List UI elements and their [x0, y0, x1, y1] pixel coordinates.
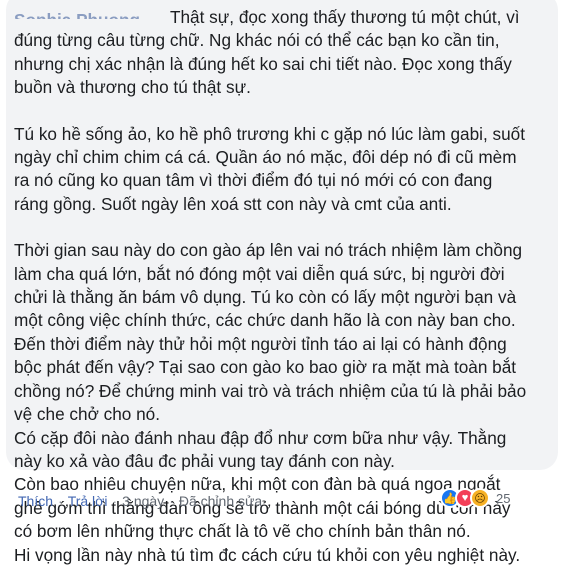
separator: · [169, 493, 174, 509]
comment-paragraph-1: Sophia Phuong LeThật sự, đọc xong thấy t… [14, 6, 544, 100]
comment-paragraph-2: Tú ko hề sống ảo, ko hề phô trương khi c… [14, 123, 526, 214]
timestamp[interactable]: 3 ngày [122, 493, 164, 509]
reaction-count: 25 [496, 490, 511, 506]
comment-paragraph-3: Thời gian sau này do con gào áp lên vai … [14, 240, 527, 565]
comment-body: Sophia Phuong LeThật sự, đọc xong thấy t… [14, 6, 544, 567]
reply-link[interactable]: Trả lời [68, 493, 108, 509]
edited-label[interactable]: Đã chỉnh sửa [179, 493, 262, 509]
reaction-summary[interactable]: 👍 ♥ ☹ 25 [440, 487, 510, 509]
comment-author[interactable]: Sophia Phuong Le [14, 9, 164, 19]
separator: · [112, 493, 118, 509]
comment-actions: Thích · Trả lời · 3 ngày · Đã chỉnh sửa [18, 493, 262, 509]
comment-paragraph-1-text: Thật sự, đọc xong thấy thương tú một chú… [14, 7, 520, 98]
sad-icon: ☹ [470, 488, 490, 508]
separator: · [58, 493, 63, 509]
like-link[interactable]: Thích [18, 493, 53, 509]
